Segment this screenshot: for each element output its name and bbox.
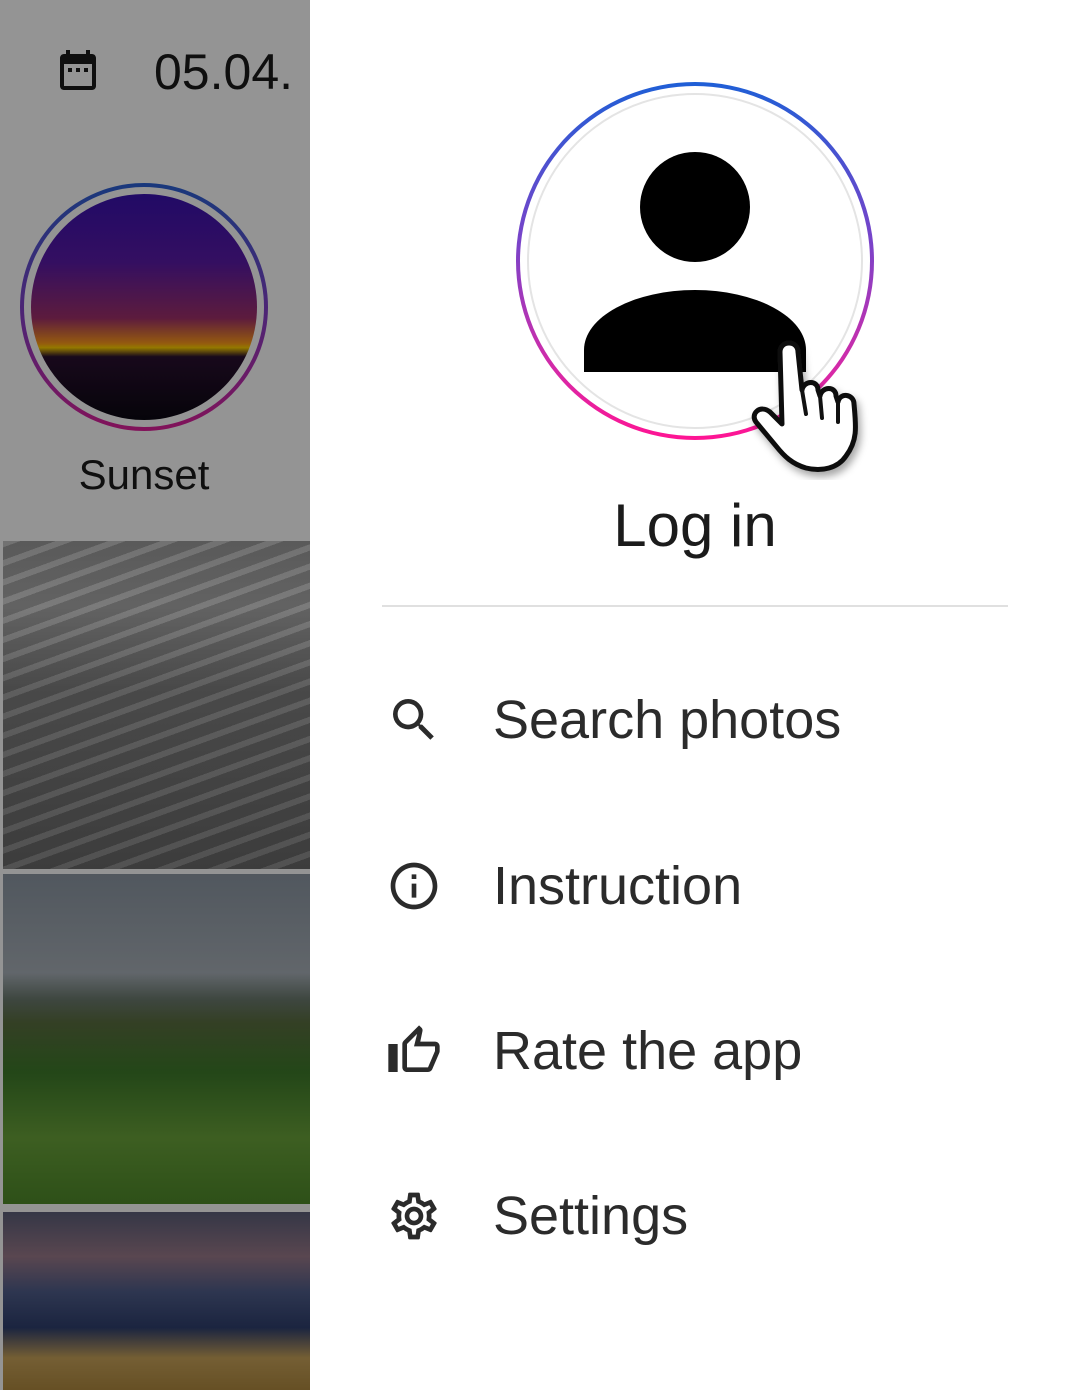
search-icon (386, 692, 442, 748)
navigation-drawer: Log in Search photos Instruction Rate th… (310, 0, 1080, 1390)
info-icon (386, 858, 442, 914)
menu-item-search-photos[interactable]: Search photos (382, 670, 1022, 770)
pointing-hand-icon (751, 340, 859, 472)
background-app: 05.04. Sunset (0, 0, 310, 1390)
menu-item-rate-app[interactable]: Rate the app (382, 1001, 1022, 1101)
menu-item-label: Settings (493, 1186, 689, 1246)
menu-item-instruction[interactable]: Instruction (382, 836, 1022, 936)
thumb-up-icon (386, 1023, 442, 1079)
login-label[interactable]: Log in (310, 490, 1080, 562)
divider (382, 605, 1008, 607)
user-silhouette-icon (640, 152, 750, 262)
gear-icon (386, 1188, 442, 1244)
drawer-scrim[interactable] (0, 0, 310, 1390)
menu-item-label: Search photos (493, 690, 842, 750)
menu-item-settings[interactable]: Settings (382, 1166, 1022, 1266)
menu-item-label: Rate the app (493, 1021, 803, 1081)
menu-item-label: Instruction (493, 856, 743, 916)
